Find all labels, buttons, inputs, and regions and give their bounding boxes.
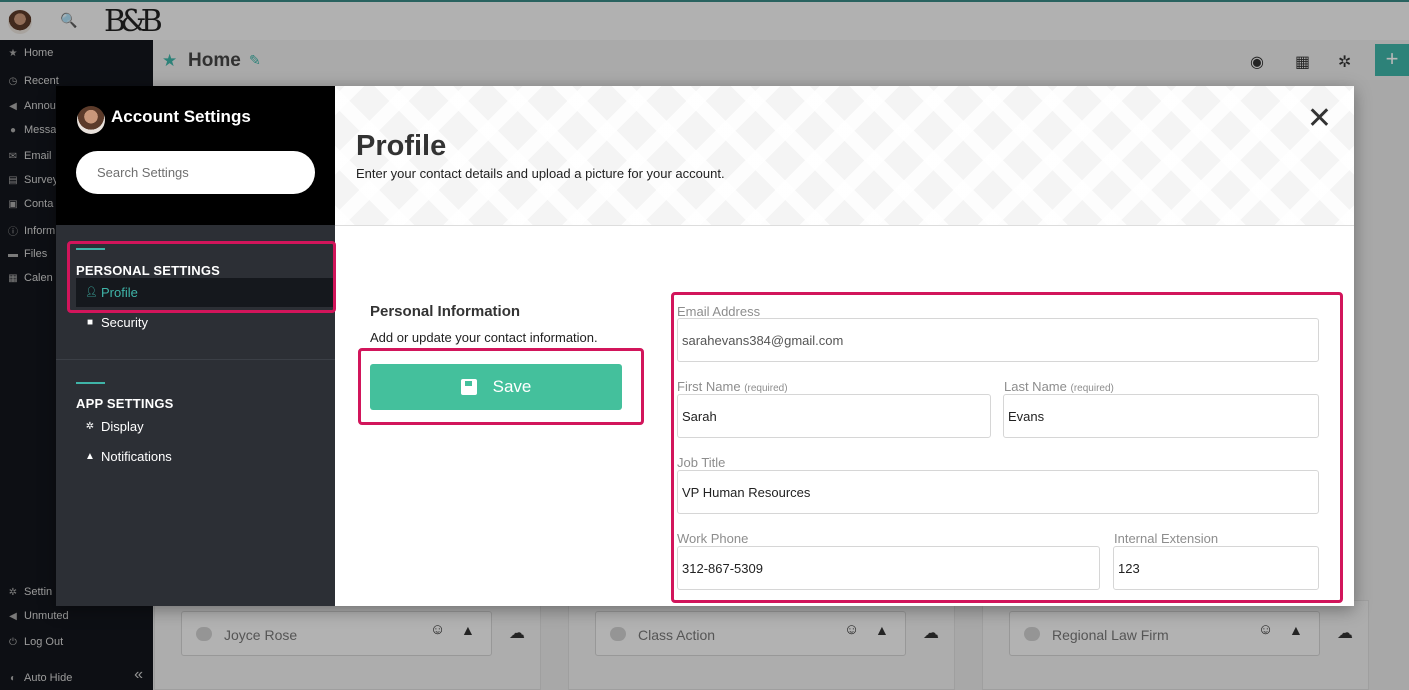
job-title-label: Job Title	[677, 455, 726, 470]
sidebar-item-security[interactable]: ■ Security	[85, 315, 148, 330]
user-icon: 👤︎	[85, 287, 98, 298]
save-button[interactable]: Save	[370, 364, 622, 410]
section-accent-line	[76, 248, 105, 250]
account-settings-modal: Account Settings PERSONAL SETTINGS 👤︎ Pr…	[56, 86, 1354, 606]
close-icon[interactable]: ✕	[1307, 104, 1332, 134]
sidebar-divider	[56, 359, 335, 360]
section-title-personal-info: Personal Information	[370, 303, 521, 320]
page-title: Profile	[356, 130, 447, 162]
page-subtitle: Enter your contact details and upload a …	[356, 166, 725, 181]
search-settings-input[interactable]	[76, 151, 315, 194]
section-description: Add or update your contact information.	[370, 330, 598, 345]
section-title-app: APP SETTINGS	[76, 396, 174, 411]
email-field[interactable]	[677, 318, 1319, 362]
profile-panel: Profile Enter your contact details and u…	[335, 86, 1354, 606]
sidebar-item-display[interactable]: ✲ Display	[85, 419, 144, 434]
work-phone-label: Work Phone	[677, 531, 749, 546]
job-title-field[interactable]	[677, 470, 1319, 514]
email-label: Email Address	[677, 304, 761, 319]
section-accent-line	[76, 382, 105, 384]
lock-icon: ■	[86, 317, 94, 328]
first-name-field[interactable]	[677, 394, 991, 438]
modal-title: Account Settings	[111, 107, 251, 126]
gear-icon: ✲	[85, 421, 95, 432]
bell-icon: ▲	[85, 451, 95, 462]
first-name-label: First Name (required)	[677, 379, 788, 394]
profile-banner: Profile Enter your contact details and u…	[335, 86, 1354, 225]
internal-extension-label: Internal Extension	[1114, 531, 1219, 546]
floppy-disk-icon	[460, 379, 477, 395]
last-name-field[interactable]	[1003, 394, 1319, 438]
settings-sidebar: Account Settings PERSONAL SETTINGS 👤︎ Pr…	[56, 86, 336, 606]
profile-form: Email Address First Name (required) Last…	[677, 304, 1320, 604]
sidebar-item-notifications[interactable]: ▲ Notifications	[85, 449, 172, 464]
banner-divider	[335, 225, 1354, 226]
settings-sidebar-header: Account Settings	[56, 86, 335, 225]
work-phone-field[interactable]	[677, 546, 1100, 590]
section-title-personal: PERSONAL SETTINGS	[76, 263, 221, 278]
avatar	[77, 106, 105, 134]
last-name-label: Last Name (required)	[1004, 379, 1114, 394]
sidebar-item-profile[interactable]: 👤︎ Profile	[76, 278, 333, 307]
internal-extension-field[interactable]	[1113, 546, 1319, 590]
